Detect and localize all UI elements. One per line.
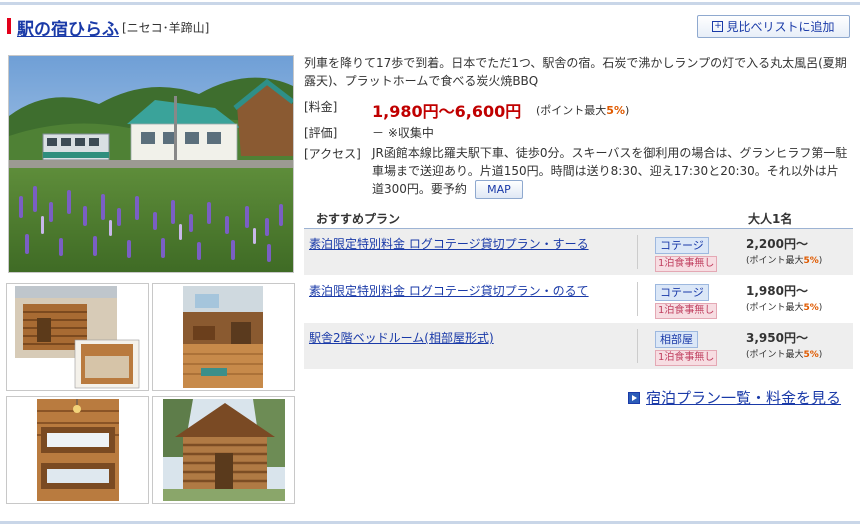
points-pct: 5% [606, 104, 625, 117]
points-prefix: (ポイント最大 [746, 256, 804, 266]
meal-tag: 1泊食事無し [655, 350, 718, 366]
column-divider [637, 282, 638, 316]
view-all-plans-label: 宿泊プラン一覧・料金を見る [646, 389, 842, 407]
points-pct: 5% [803, 350, 819, 360]
points-prefix: (ポイント最大 [746, 350, 804, 360]
rating-label: [評価] [304, 126, 338, 140]
meal-tag: 1泊食事無し [655, 303, 718, 319]
plan-price: 2,200円～ [746, 237, 808, 251]
log-cabin-image [163, 399, 285, 501]
points-suffix: ) [818, 303, 823, 313]
column-divider [637, 329, 638, 363]
top-divider [0, 2, 860, 5]
hotel-area: [ニセコ･羊蹄山] [122, 21, 210, 35]
column-divider [637, 235, 638, 269]
plan-price: 1,980円～ [746, 284, 808, 298]
main-photo[interactable] [8, 55, 294, 273]
bottom-divider [0, 521, 860, 524]
plus-icon: + [712, 21, 724, 32]
price-column-header: 大人1名 [748, 212, 793, 226]
hotel-header: 駅の宿ひらふ [ニセコ･羊蹄山] + 見比べリストに追加 [0, 10, 860, 40]
points-prefix: (ポイント最大 [746, 303, 804, 313]
meal-tag: 1泊食事無し [655, 256, 718, 272]
plan-row: 素泊限定特別料金 ログコテージ貸切プラン・のるて コテージ 1泊食事無し 1,9… [304, 276, 853, 323]
points-prefix: (ポイント最大 [536, 104, 607, 117]
plan-row: 駅舎2階ベッドルーム(相部屋形式) 相部屋 1泊食事無し 3,950円～ (ポイ… [304, 323, 853, 370]
add-to-compare-button[interactable]: + 見比べリストに追加 [697, 15, 850, 38]
max-points-note: (ポイント最大5%) [536, 102, 629, 118]
plan-points-note: (ポイント最大5%) [746, 253, 822, 266]
points-pct: 5% [803, 256, 819, 266]
room-type-tag: コテージ [655, 284, 709, 301]
cottage-interior-image [15, 286, 140, 389]
thumbnail-lounge[interactable] [152, 283, 295, 391]
plan-points-note: (ポイント最大5%) [746, 300, 822, 313]
station-photo-image [9, 56, 293, 272]
access-label: [アクセス] [304, 147, 361, 161]
plans-table-header: おすすめプラン 大人1名 [304, 208, 853, 229]
plan-price: 3,950円～ [746, 331, 808, 345]
bunk-room-image [37, 399, 119, 501]
hotel-description: 列車を降りて17歩で到着。日本でただ1つ、駅舎の宿。石炭で沸かしランプの灯で入る… [304, 56, 847, 88]
compare-button-label: 見比べリストに追加 [726, 20, 835, 34]
lounge-image [183, 286, 263, 388]
plans-column-header: おすすめプラン [316, 212, 401, 226]
rating-value: － ※収集中 [372, 126, 434, 140]
thumbnail-bunk-room[interactable] [6, 396, 149, 504]
arrow-right-icon [628, 391, 640, 404]
plan-link[interactable]: 駅舎2階ベッドルーム(相部屋形式) [309, 329, 494, 346]
view-all-plans-link[interactable]: 宿泊プラン一覧・料金を見る [628, 387, 841, 408]
plan-points-note: (ポイント最大5%) [746, 347, 822, 360]
map-button[interactable]: MAP [474, 180, 523, 199]
points-suffix: ) [818, 256, 823, 266]
price-range: 1,980円～6,600円 [372, 102, 522, 121]
points-suffix: ) [624, 104, 630, 117]
points-suffix: ) [818, 350, 823, 360]
hotel-name-link[interactable]: 駅の宿ひらふ [17, 15, 119, 40]
access-info: JR函館本線比羅夫駅下車、徒歩0分。スキーバスを御利用の場合は、グランヒラフ第一… [372, 145, 850, 199]
plan-row: 素泊限定特別料金 ログコテージ貸切プラン・すーる コテージ 1泊食事無し 2,2… [304, 229, 853, 276]
plan-link[interactable]: 素泊限定特別料金 ログコテージ貸切プラン・のるて [309, 282, 589, 299]
room-type-tag: コテージ [655, 237, 709, 254]
plan-link[interactable]: 素泊限定特別料金 ログコテージ貸切プラン・すーる [309, 235, 589, 252]
room-type-tag: 相部屋 [655, 331, 698, 348]
price-label: [料金] [304, 100, 338, 114]
thumbnail-cottage-interior[interactable] [6, 283, 149, 391]
access-text: JR函館本線比羅夫駅下車、徒歩0分。スキーバスを御利用の場合は、グランヒラフ第一… [372, 146, 848, 196]
recommended-plans-table: おすすめプラン 大人1名 素泊限定特別料金 ログコテージ貸切プラン・すーる コテ… [304, 208, 853, 370]
thumbnail-log-cabin[interactable] [152, 396, 295, 504]
points-pct: 5% [803, 303, 819, 313]
accent-bar [7, 18, 11, 34]
